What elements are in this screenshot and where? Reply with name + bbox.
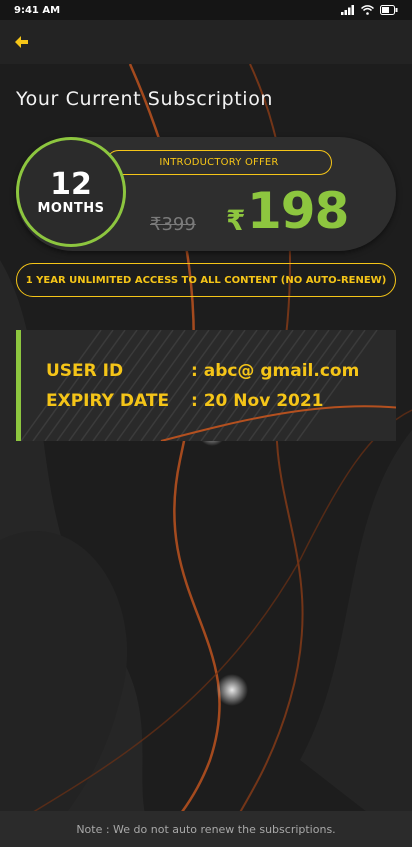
status-icons [341,5,398,15]
months-badge: 12 MONTHS [16,137,126,247]
app-header [0,20,412,64]
user-id-label: USER ID [46,361,124,381]
expiry-date-row: EXPIRY DATE : 20 Nov 2021 [46,391,324,411]
status-time: 9:41 AM [14,4,61,16]
card-decoration [21,330,396,441]
months-label: MONTHS [37,200,105,216]
status-bar: 9:41 AM [0,0,412,20]
offer-badge: INTRODUCTORY OFFER [106,150,332,175]
battery-icon [380,5,398,15]
account-info-card: USER ID : abc@ gmail.com EXPIRY DATE : 2… [16,330,396,441]
page-title: Your Current Subscription [16,88,274,110]
back-button[interactable] [12,32,32,52]
new-price: 198 [247,182,349,240]
currency-symbol: ₹ [226,204,246,237]
expiry-date-value: : 20 Nov 2021 [191,391,324,411]
wifi-icon [361,5,374,15]
access-description: 1 YEAR UNLIMITED ACCESS TO ALL CONTENT (… [16,263,396,297]
expiry-date-label: EXPIRY DATE [46,391,170,411]
months-number: 12 [50,166,92,202]
arrow-left-icon [15,36,28,48]
old-price: ₹399 [150,214,196,235]
signal-icon [341,5,354,15]
user-id-value: : abc@ gmail.com [191,361,360,381]
user-id-row: USER ID : abc@ gmail.com [46,361,359,381]
footer-note: Note : We do not auto renew the subscrip… [0,811,412,847]
